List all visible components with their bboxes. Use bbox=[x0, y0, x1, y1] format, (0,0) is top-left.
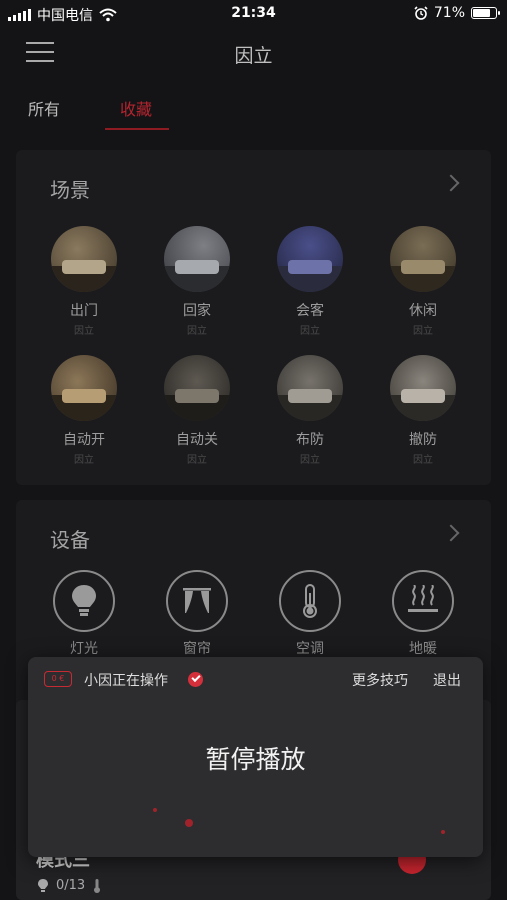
scene-item[interactable]: 撤防 因立 bbox=[373, 355, 473, 466]
tab-all[interactable]: 所有 bbox=[28, 96, 60, 120]
decor-dot bbox=[153, 808, 157, 812]
assistant-message: 暂停播放 bbox=[205, 745, 306, 774]
curtain-icon bbox=[166, 570, 228, 632]
device-curtains[interactable]: 窗帘 bbox=[147, 570, 247, 658]
battery-percent: 71% bbox=[433, 5, 465, 21]
chevron-right-icon[interactable] bbox=[442, 524, 460, 542]
exit-button[interactable]: 退出 bbox=[433, 670, 461, 690]
scenes-title: 场景 bbox=[50, 178, 90, 202]
assistant-status: 小因正在操作 bbox=[84, 673, 168, 689]
mode-stats: 0/13 bbox=[38, 878, 101, 893]
scene-item[interactable]: 出门 因立 bbox=[34, 226, 134, 337]
scene-image bbox=[277, 226, 343, 292]
alarm-icon bbox=[414, 6, 428, 20]
scene-image bbox=[164, 226, 230, 292]
battery-icon bbox=[471, 7, 500, 19]
assistant-popup: 0 € 小因正在操作 更多技巧 退出 暂停播放 bbox=[28, 657, 483, 857]
active-tab-indicator bbox=[105, 128, 169, 130]
scene-image bbox=[51, 355, 117, 421]
assistant-badge: 0 € bbox=[44, 671, 72, 687]
tab-bar: 所有 收藏 bbox=[0, 92, 507, 132]
devices-title: 设备 bbox=[50, 528, 90, 552]
nav-bar: 因立 bbox=[0, 30, 507, 74]
scene-item[interactable]: 会客 因立 bbox=[260, 226, 360, 337]
decor-dot bbox=[185, 819, 193, 827]
more-tips-button[interactable]: 更多技巧 bbox=[352, 670, 408, 690]
scene-image bbox=[51, 226, 117, 292]
device-aircon[interactable]: 空调 bbox=[260, 570, 360, 658]
scene-image bbox=[390, 226, 456, 292]
status-bar: 中国电信 21:34 71% bbox=[0, 0, 507, 26]
bulb-icon bbox=[53, 570, 115, 632]
chevron-right-icon[interactable] bbox=[442, 174, 460, 192]
scene-image bbox=[277, 355, 343, 421]
check-icon bbox=[188, 672, 203, 687]
scene-item[interactable]: 回家 因立 bbox=[147, 226, 247, 337]
scene-image bbox=[164, 355, 230, 421]
scene-item[interactable]: 自动开 因立 bbox=[34, 355, 134, 466]
thermometer-icon bbox=[94, 878, 101, 893]
tab-favorites[interactable]: 收藏 bbox=[120, 96, 152, 120]
scenes-card: 场景 出门 因立 回家 因立 会客 因立 休闲 因立 自动开 因立 自动关 因立… bbox=[16, 150, 491, 485]
thermometer-icon bbox=[279, 570, 341, 632]
bulb-icon bbox=[38, 878, 48, 892]
scene-image bbox=[390, 355, 456, 421]
scene-item[interactable]: 布防 因立 bbox=[260, 355, 360, 466]
decor-dot bbox=[441, 830, 445, 834]
scene-item[interactable]: 自动关 因立 bbox=[147, 355, 247, 466]
page-title: 因立 bbox=[234, 45, 273, 67]
device-floor-heating[interactable]: 地暖 bbox=[373, 570, 473, 658]
device-lights[interactable]: 灯光 bbox=[34, 570, 134, 658]
floor-heating-icon bbox=[392, 570, 454, 632]
scene-item[interactable]: 休闲 因立 bbox=[373, 226, 473, 337]
